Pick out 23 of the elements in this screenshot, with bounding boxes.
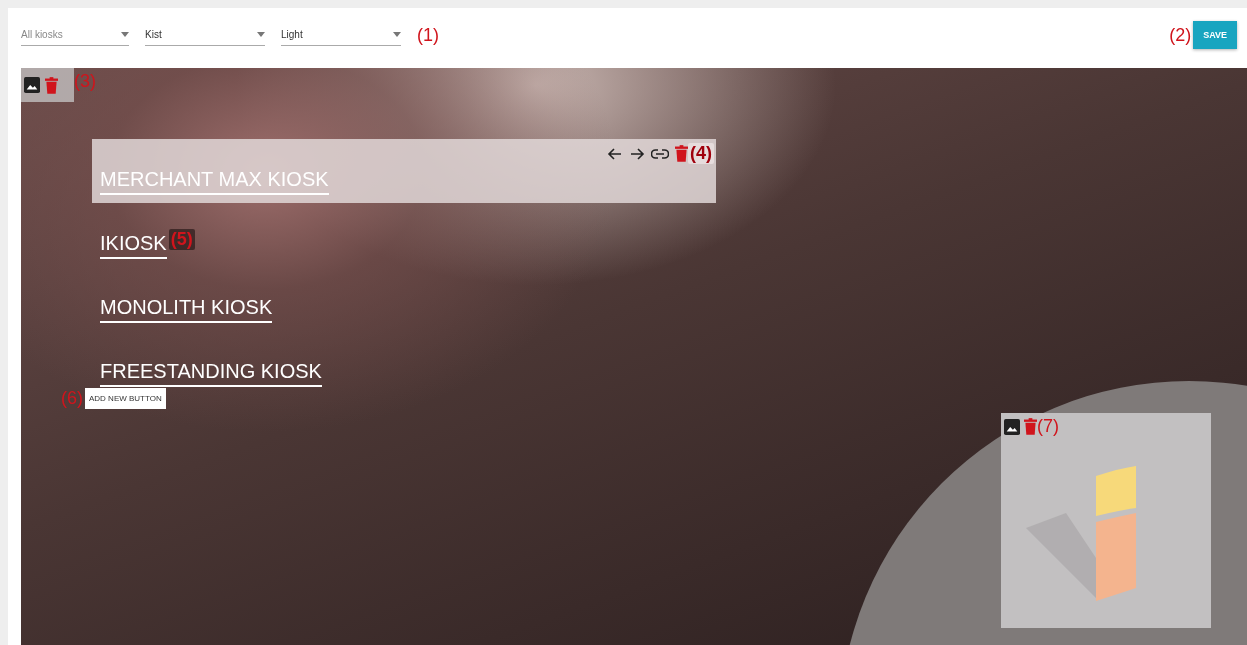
delete-icon[interactable] (675, 145, 688, 162)
annotation-label: (1) (417, 24, 439, 46)
annotation-label: (5) (168, 228, 195, 250)
annotation-label: (6) (61, 388, 83, 409)
dropdown-caret-icon (121, 31, 129, 37)
dropdown-caret-icon (257, 31, 265, 37)
image-icon[interactable] (24, 77, 40, 93)
annotation-label: (7) (1037, 416, 1059, 437)
arrow-right-icon[interactable] (629, 145, 645, 162)
filter-dropdown[interactable]: Light (281, 24, 401, 46)
annotation-label: (4) (688, 143, 714, 164)
filter-dropdown[interactable]: Kist (145, 24, 265, 46)
add-new-button[interactable]: ADD NEW BUTTON (85, 388, 166, 409)
kiosk-link-button[interactable]: IKIOSK (100, 219, 167, 259)
arrow-left-icon[interactable] (607, 145, 623, 162)
annotation-label: (2) (1169, 24, 1192, 46)
kiosk-link-button[interactable]: MONOLITH KIOSK (100, 283, 273, 323)
kiosk-link-button[interactable]: FREESTANDING KIOSK (100, 347, 322, 387)
dropdown-caret-icon (393, 31, 401, 37)
image-icon[interactable] (1004, 418, 1020, 435)
annotation-label: (3) (74, 71, 96, 92)
link-icon[interactable] (651, 148, 669, 159)
filter-dropdown[interactable]: All kiosks (21, 24, 129, 46)
